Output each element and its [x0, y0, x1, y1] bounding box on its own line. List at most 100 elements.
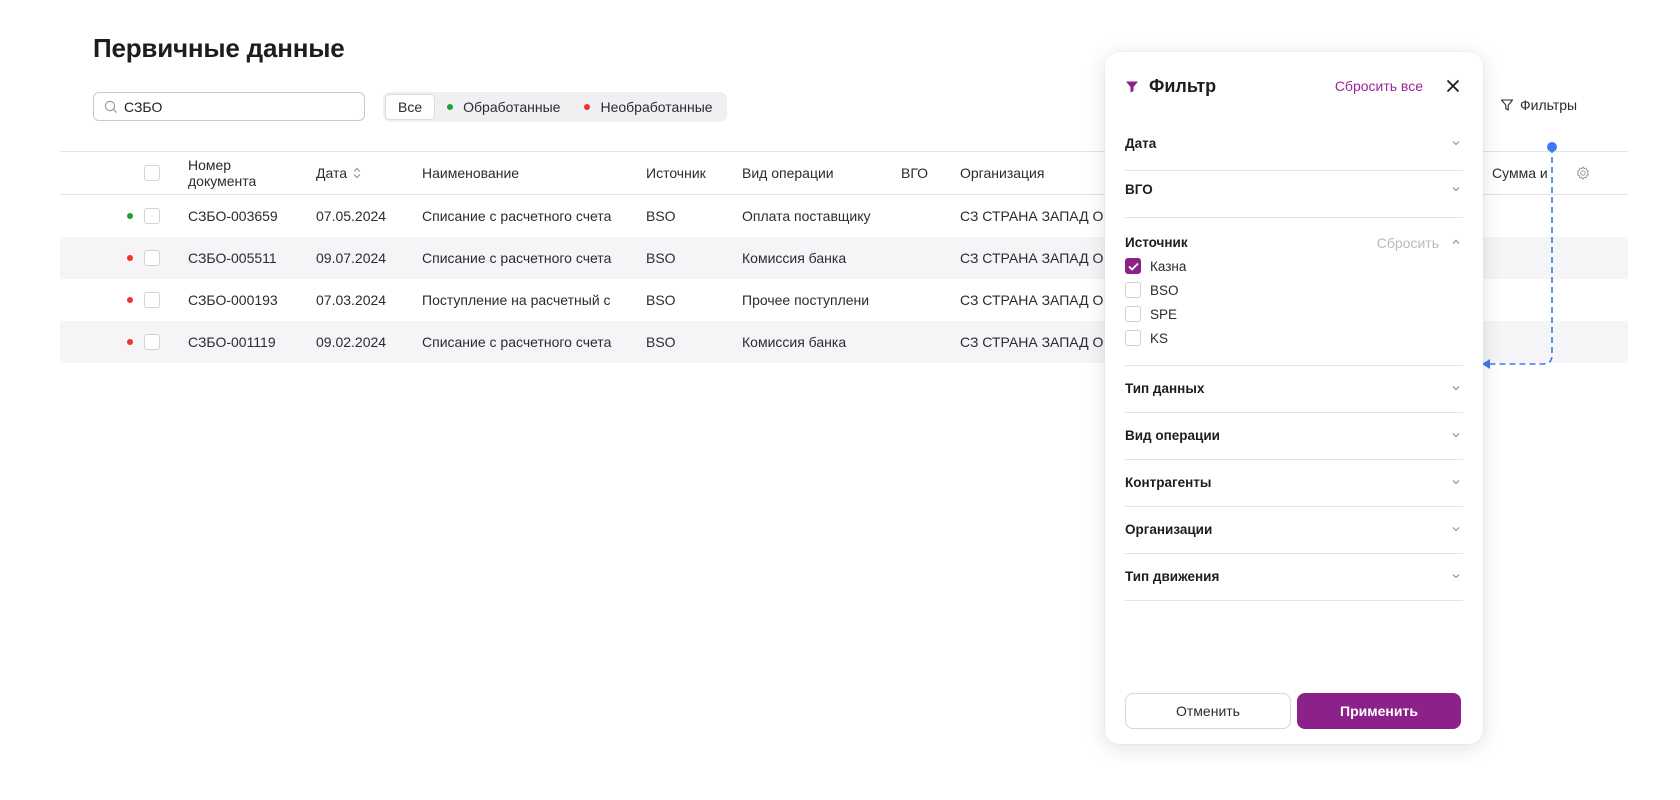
source-option-checkbox[interactable]: [1125, 282, 1141, 298]
filter-section-operation-label: Вид операции: [1125, 428, 1220, 443]
status-dot-icon: [127, 213, 133, 219]
status-dot-icon: [127, 297, 133, 303]
cell-date: 07.05.2024: [316, 208, 387, 224]
header-date[interactable]: Дата: [316, 165, 362, 181]
row-checkbox[interactable]: [144, 250, 160, 266]
cell-date: 07.03.2024: [316, 292, 387, 308]
cell-operation: Комиссия банка: [742, 334, 847, 350]
cell-source: BSO: [646, 250, 676, 266]
source-option-checkbox[interactable]: [1125, 306, 1141, 322]
processed-dot-icon: [447, 104, 454, 110]
header-vgo[interactable]: ВГО: [901, 165, 928, 181]
header-operation[interactable]: Вид операции: [742, 165, 834, 181]
source-reset-link[interactable]: Сбросить: [1377, 235, 1439, 251]
source-option[interactable]: Казна: [1125, 258, 1186, 274]
close-icon[interactable]: [1443, 76, 1463, 96]
filter-panel-title: Фильтр: [1149, 76, 1217, 96]
filter-section-date[interactable]: Дата: [1125, 125, 1463, 171]
header-doc-number-line2: документа: [188, 173, 257, 189]
settings-gear-icon[interactable]: [1576, 166, 1590, 180]
header-date-label: Дата: [316, 165, 348, 181]
row-checkbox[interactable]: [144, 208, 160, 224]
chevron-down-icon: [1452, 480, 1460, 485]
status-dot-icon: [127, 339, 133, 345]
chevron-down-icon: [1452, 386, 1460, 391]
segment-all-label: Все: [398, 99, 423, 115]
filters-button[interactable]: Фильтры: [1500, 97, 1577, 113]
source-option[interactable]: KS: [1125, 330, 1168, 346]
filter-section-movement-label: Тип движения: [1125, 569, 1220, 584]
cell-name: Списание с расчетного счета: [422, 250, 612, 266]
filter-section-organizations[interactable]: Организации: [1125, 507, 1463, 554]
search-icon: [104, 100, 118, 113]
chevron-down-icon: [1452, 527, 1460, 532]
header-organization[interactable]: Организация: [960, 165, 1044, 181]
filter-section-vgo[interactable]: ВГО: [1125, 171, 1463, 218]
cell-organization: СЗ СТРАНА ЗАПАД О: [960, 292, 1104, 308]
cell-doc-number: СЗБО-003659: [188, 208, 278, 224]
segment-unprocessed-label: Необработанные: [600, 99, 713, 115]
cell-doc-number: СЗБО-005511: [188, 250, 277, 266]
chevron-up-icon[interactable]: [1451, 237, 1461, 247]
source-option-checkbox[interactable]: [1125, 258, 1141, 274]
filter-section-contractors[interactable]: Контрагенты: [1125, 460, 1463, 507]
header-sum[interactable]: Сумма и: [1492, 165, 1548, 181]
source-option-label: SPE: [1150, 306, 1178, 322]
filter-section-vgo-label: ВГО: [1125, 182, 1153, 197]
segment-processed[interactable]: Обработанные: [435, 94, 572, 120]
chevron-down-icon: [1452, 574, 1460, 579]
cell-date: 09.02.2024: [316, 334, 387, 350]
cell-organization: СЗ СТРАНА ЗАПАД О: [960, 334, 1104, 350]
header-doc-number[interactable]: Номер документа: [188, 157, 256, 189]
chevron-down-icon: [1452, 141, 1460, 146]
header-source[interactable]: Источник: [646, 165, 706, 181]
filter-section-data-type-label: Тип данных: [1125, 381, 1205, 396]
filter-section-movement[interactable]: Тип движения: [1125, 554, 1463, 601]
cell-name: Списание с расчетного счета: [422, 334, 612, 350]
sort-icon: [353, 167, 361, 179]
source-option[interactable]: BSO: [1125, 282, 1179, 298]
cell-operation: Комиссия банка: [742, 250, 847, 266]
source-option-label: BSO: [1150, 282, 1179, 298]
select-all-checkbox[interactable]: [144, 165, 160, 181]
header-doc-number-line1: Номер: [188, 157, 232, 173]
segment-unprocessed[interactable]: Необработанные: [572, 94, 724, 120]
filter-section-operation[interactable]: Вид операции: [1125, 413, 1463, 460]
cell-source: BSO: [646, 292, 676, 308]
cell-date: 09.07.2024: [316, 250, 387, 266]
apply-button[interactable]: Применить: [1297, 693, 1461, 729]
row-checkbox[interactable]: [144, 334, 160, 350]
chevron-down-icon: [1452, 433, 1460, 438]
cell-name: Списание с расчетного счета: [422, 208, 612, 224]
source-option-label: KS: [1150, 330, 1169, 346]
cell-doc-number: СЗБО-000193: [188, 292, 278, 308]
filter-section-organizations-label: Организации: [1125, 522, 1213, 537]
row-checkbox[interactable]: [144, 292, 160, 308]
filter-panel: Фильтр Сбросить все Дата ВГО Источник Сб…: [1105, 52, 1483, 744]
filter-section-source: Источник Сбросить Казна BSO SPE KS: [1125, 218, 1463, 366]
cell-operation: Прочее поступлени: [742, 292, 870, 308]
segment-processed-label: Обработанные: [463, 99, 561, 115]
filter-section-source-label[interactable]: Источник: [1125, 235, 1188, 250]
cancel-button[interactable]: Отменить: [1125, 693, 1291, 729]
search-input[interactable]: [124, 98, 344, 115]
cell-operation: Оплата поставщику: [742, 208, 871, 224]
cell-source: BSO: [646, 208, 676, 224]
status-segmented-control: Все Обработанные Необработанные: [383, 92, 727, 122]
funnel-icon: [1500, 99, 1514, 111]
segment-all[interactable]: Все: [385, 94, 436, 120]
source-option-label: Казна: [1150, 258, 1187, 274]
source-option-checkbox[interactable]: [1125, 330, 1141, 346]
filters-button-label: Фильтры: [1520, 97, 1578, 113]
check-icon: [1127, 262, 1139, 271]
header-name[interactable]: Наименование: [422, 165, 519, 181]
search-box[interactable]: [93, 92, 365, 121]
cell-name: Поступление на расчетный с: [422, 292, 611, 308]
filter-section-date-label: Дата: [1125, 136, 1157, 151]
source-option[interactable]: SPE: [1125, 306, 1177, 322]
chevron-down-icon: [1452, 187, 1460, 192]
filter-section-data-type[interactable]: Тип данных: [1125, 366, 1463, 413]
reset-all-link[interactable]: Сбросить все: [1335, 78, 1423, 94]
cell-doc-number: СЗБО-001119: [188, 334, 276, 350]
filter-panel-header: Фильтр Сбросить все: [1125, 74, 1463, 100]
